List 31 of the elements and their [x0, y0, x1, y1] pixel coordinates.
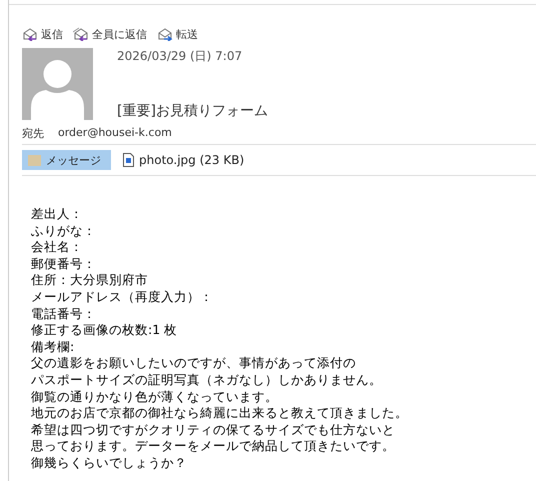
body-line: 希望は四つ切ですがクオリティの保てるサイズでも仕方ないと — [31, 422, 395, 438]
body-line: 会社名： — [31, 239, 83, 256]
body-line: 備考欄: — [31, 338, 74, 356]
message-icon — [28, 154, 41, 166]
body-line: 思っております。データーをメールで納品して頂きたいです。 — [31, 438, 395, 455]
body-line: メールアドレス（再度入力）： — [31, 288, 213, 306]
envelope-icon — [157, 27, 173, 41]
body-line: 父の遺影をお願いしたいのですが、事情があって添付の — [31, 355, 356, 372]
body-line: 修正する画像の枚数:1 枚 — [31, 322, 178, 339]
forward-button[interactable]: 転送 — [157, 24, 198, 44]
body-line: パスポートサイズの証明写真（ネガなし）しかありません。 — [31, 372, 382, 389]
reply-button[interactable]: 返信 — [22, 24, 63, 44]
body-line: 地元のお店で京都の御社なら綺麗に出来ると教えて頂きました。 — [31, 405, 408, 422]
message-tab[interactable]: メッセージ — [22, 150, 111, 170]
sent-date: 2026/03/29 (日) 7:07 — [117, 48, 244, 65]
image-file-icon — [123, 153, 134, 167]
attachment-tab[interactable]: photo.jpg (23 KB) — [117, 150, 250, 170]
body-line: ふりがな： — [31, 222, 96, 240]
to-label: 宛先 — [22, 126, 44, 142]
avatar-icon — [22, 48, 93, 120]
envelope-icon — [73, 27, 89, 41]
body-line: 差出人： — [31, 206, 83, 223]
envelope-icon — [22, 27, 38, 41]
body-line: 御覧の通りかなり色が薄くなっています。 — [31, 388, 278, 406]
body-line: 電話番号： — [31, 306, 96, 322]
recipient-address: order@housei-k.com — [58, 126, 172, 141]
reply-all-button[interactable]: 全員に返信 — [73, 24, 147, 44]
body-line: 御幾らくらいでしょうか？ — [31, 454, 187, 472]
body-line: 住所：大分県別府市 — [31, 272, 148, 289]
body-line: 郵便番号： — [31, 256, 96, 272]
subject: [重要]お見積りフォーム — [117, 102, 268, 120]
